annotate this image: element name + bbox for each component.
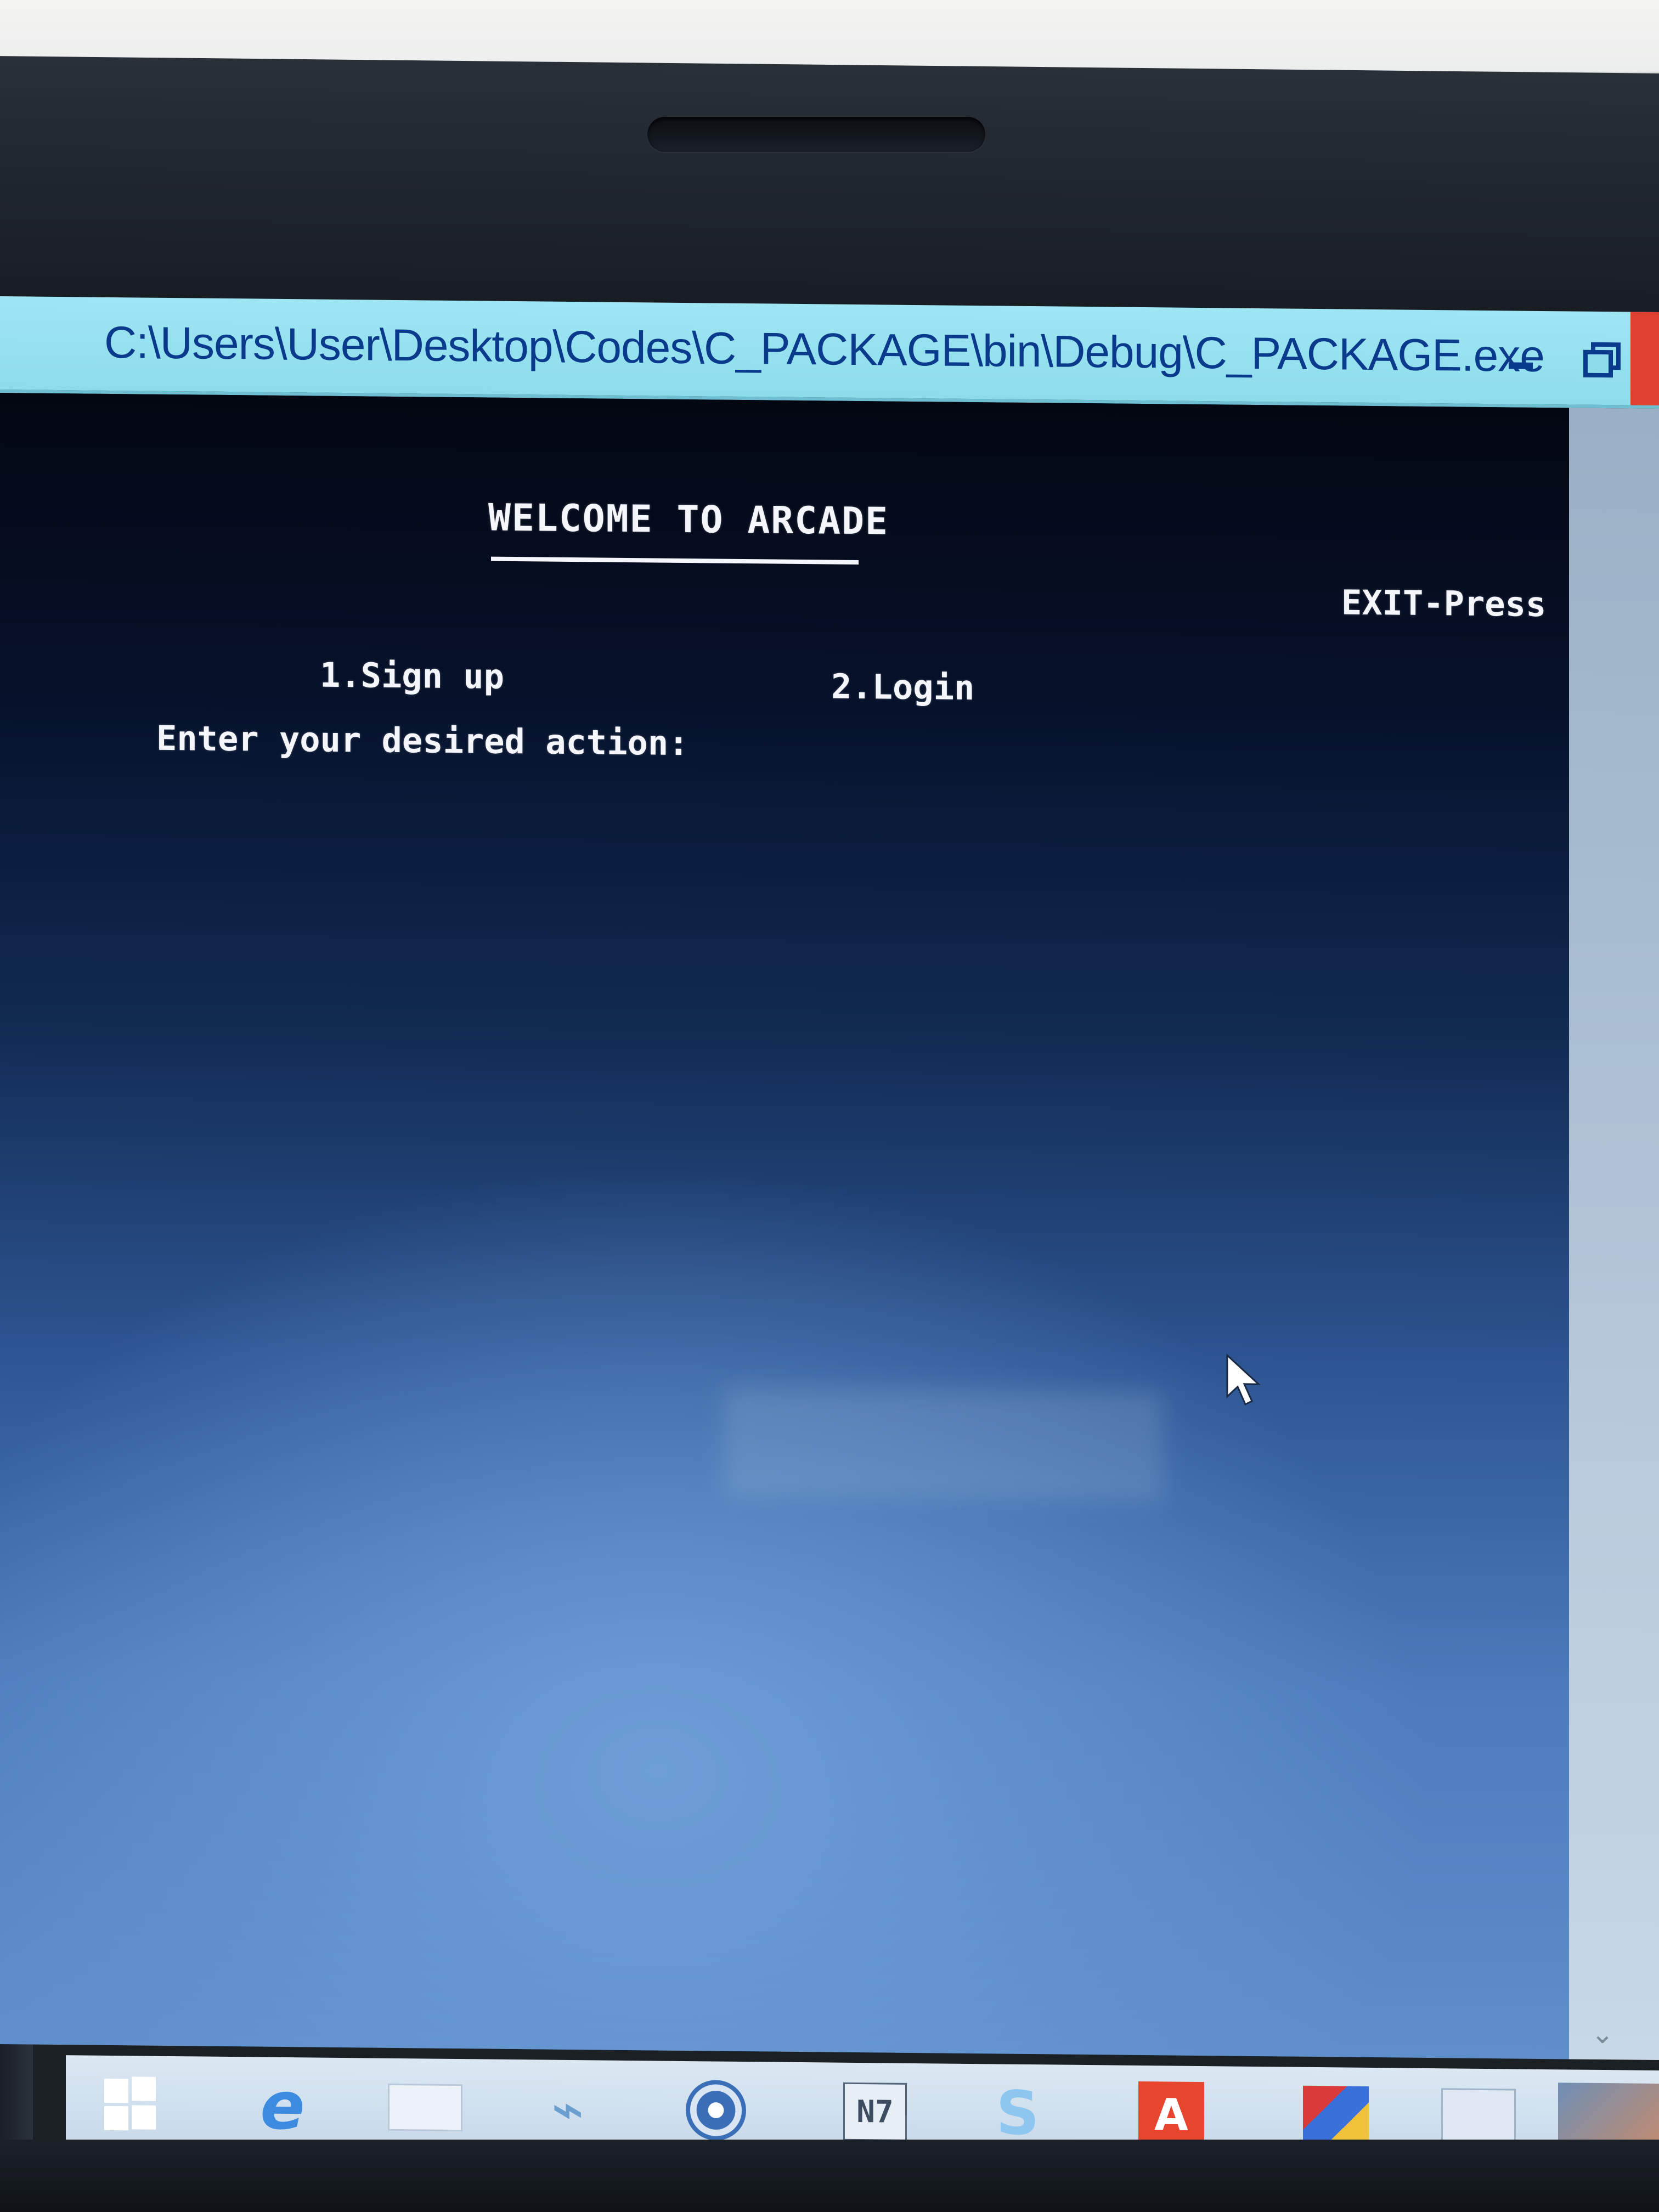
mouse-pointer-icon xyxy=(1226,1353,1261,1406)
window-title: C:\Users\User\Desktop\Codes\C_PACKAGE\bi… xyxy=(104,317,1544,382)
screen-glare xyxy=(724,1387,1163,1502)
menu-option-login: 2.Login xyxy=(831,666,975,708)
console-output-area[interactable]: WELCOME TO ARCADE EXIT-Press '3' 1.Sign … xyxy=(0,393,1569,2059)
console-window-titlebar[interactable]: C:\Users\User\Desktop\Codes\C_PACKAGE\bi… xyxy=(0,296,1659,409)
heading-underline xyxy=(491,556,859,565)
console-scrollbar[interactable]: ⌄ xyxy=(1569,408,1659,2061)
input-prompt[interactable]: Enter your desired action: xyxy=(156,718,689,763)
photo-of-monitor: C:\Users\User\Desktop\Codes\C_PACKAGE\bi… xyxy=(0,0,1659,2212)
menu-option-sign-up: 1.Sign up xyxy=(320,654,504,697)
welcome-heading: WELCOME TO ARCADE xyxy=(488,496,889,544)
exit-hint: EXIT-Press '3' xyxy=(1341,582,1569,625)
windows-start-icon[interactable] xyxy=(77,2063,181,2146)
minimize-button[interactable] xyxy=(1492,327,1553,388)
internet-explorer-icon[interactable]: e xyxy=(230,2064,335,2148)
webcam-slot xyxy=(647,117,985,152)
minimize-icon xyxy=(1509,362,1533,369)
close-button[interactable] xyxy=(1630,312,1659,406)
screen: C:\Users\User\Desktop\Codes\C_PACKAGE\bi… xyxy=(0,296,1659,2170)
app-icon[interactable] xyxy=(373,2066,477,2149)
scroll-down-arrow-icon[interactable]: ⌄ xyxy=(1591,2018,1614,2050)
app-icon[interactable]: ⌁ xyxy=(516,2067,620,2151)
monitor-bezel-top xyxy=(0,56,1659,315)
restore-button[interactable] xyxy=(1569,328,1629,388)
monitor-bezel-bottom xyxy=(0,2140,1659,2212)
